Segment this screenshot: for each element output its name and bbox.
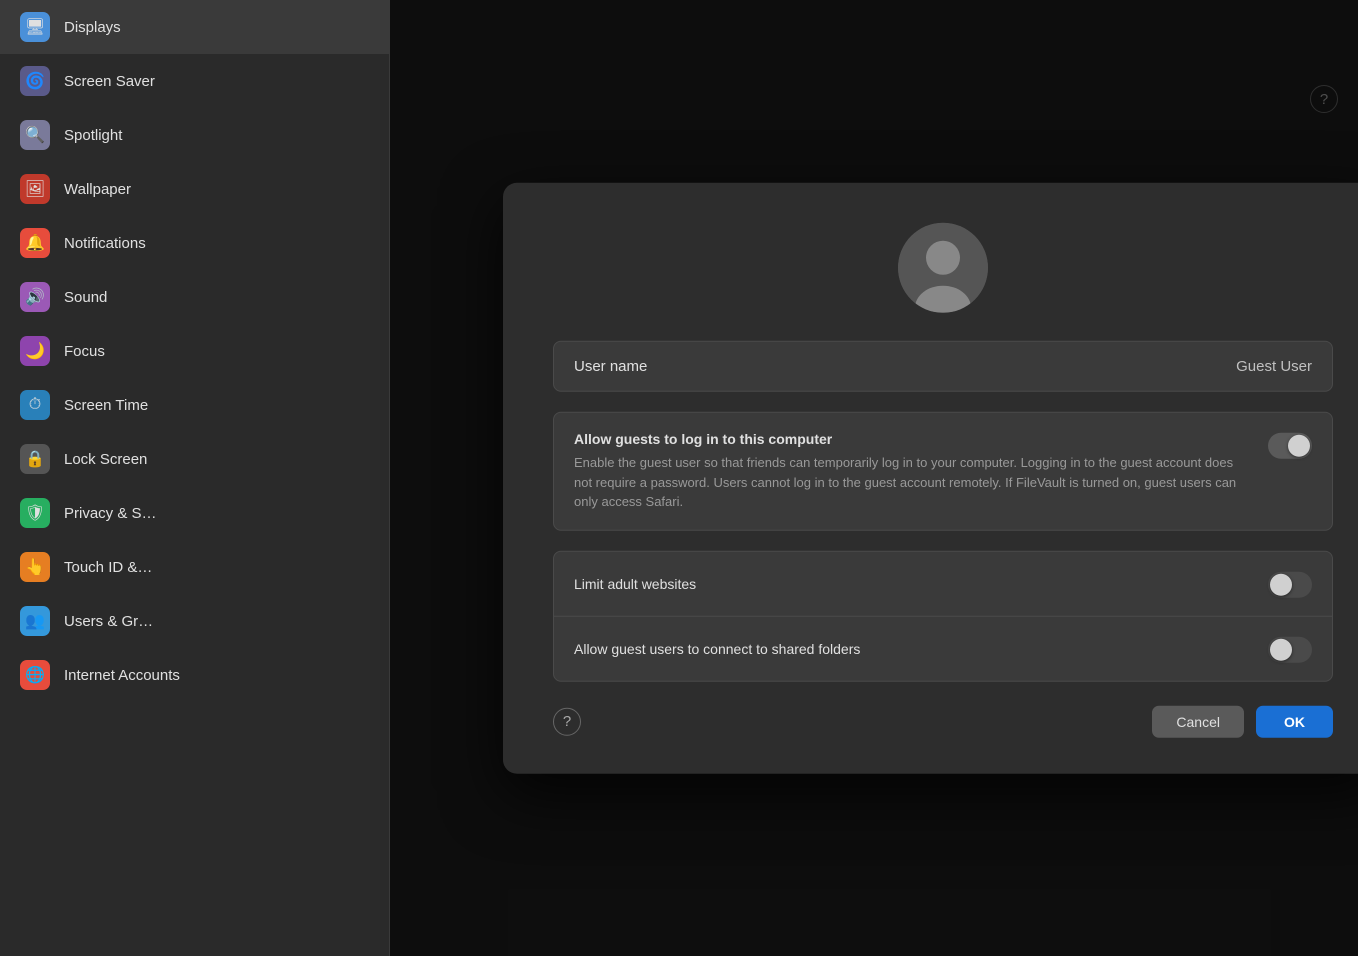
sidebar-item-internetaccounts[interactable]: 🌐 Internet Accounts <box>0 648 389 702</box>
notifications-icon: 🔔 <box>20 228 50 258</box>
sidebar-item-label: Lock Screen <box>64 451 147 468</box>
avatar-container <box>898 223 988 313</box>
privacy-icon: 🛡 <box>20 498 50 528</box>
sidebar-item-label: Wallpaper <box>64 181 131 198</box>
wallpaper-icon: 🖼 <box>20 174 50 204</box>
displays-icon: 🖥 <box>20 12 50 42</box>
spotlight-icon: 🔍 <box>20 120 50 150</box>
limit-adult-label: Limit adult websites <box>574 575 696 591</box>
shared-folders-toggle-knob <box>1270 638 1292 660</box>
allow-guests-title: Allow guests to log in to this computer <box>574 431 1248 447</box>
screensaver-icon: 🌀 <box>20 66 50 96</box>
users-icon: 👥 <box>20 606 50 636</box>
sidebar-item-label: Sound <box>64 289 107 306</box>
sidebar-item-notifications[interactable]: 🔔 Notifications <box>0 216 389 270</box>
sidebar-item-privacy[interactable]: 🛡 Privacy & S… <box>0 486 389 540</box>
allow-guests-row: Allow guests to log in to this computer … <box>554 413 1332 530</box>
shared-folders-label: Allow guest users to connect to shared f… <box>574 640 860 656</box>
limit-adult-toggle-knob <box>1270 573 1292 595</box>
allow-guests-toggle[interactable] <box>1268 433 1312 459</box>
footer-buttons: Cancel OK <box>1152 705 1333 737</box>
limit-adult-row: Limit adult websites <box>554 551 1332 615</box>
sidebar-item-screensaver[interactable]: 🌀 Screen Saver <box>0 54 389 108</box>
sidebar-item-label: Notifications <box>64 235 146 252</box>
sidebar-item-label: Screen Saver <box>64 73 155 90</box>
allow-guests-desc: Enable the guest user so that friends ca… <box>574 453 1248 512</box>
sidebar-item-label: Internet Accounts <box>64 667 180 684</box>
sidebar-item-label: Touch ID &… <box>64 559 152 576</box>
limit-adult-toggle[interactable] <box>1268 571 1312 597</box>
modal-help-button[interactable]: ? <box>553 707 581 735</box>
sidebar-item-touchid[interactable]: 👆 Touch ID &… <box>0 540 389 594</box>
sidebar-item-users[interactable]: 👥 Users & Gr… <box>0 594 389 648</box>
limit-shared-section: Limit adult websites Allow guest users t… <box>553 550 1333 681</box>
sidebar-item-label: Displays <box>64 19 121 36</box>
sidebar-item-lockscreen[interactable]: 🔒 Lock Screen <box>0 432 389 486</box>
ok-button[interactable]: OK <box>1256 705 1333 737</box>
sidebar-item-spotlight[interactable]: 🔍 Spotlight <box>0 108 389 162</box>
focus-icon: 🌙 <box>20 336 50 366</box>
sidebar: 🖥 Displays 🌀 Screen Saver 🔍 Spotlight 🖼 … <box>0 0 390 956</box>
username-row: User name Guest User <box>553 341 1333 392</box>
sidebar-item-label: Focus <box>64 343 105 360</box>
sidebar-item-screentime[interactable]: ⏱ Screen Time <box>0 378 389 432</box>
shared-folders-toggle[interactable] <box>1268 636 1312 662</box>
lockscreen-icon: 🔒 <box>20 444 50 474</box>
sidebar-item-label: Spotlight <box>64 127 122 144</box>
modal-footer: ? Cancel OK <box>553 705 1333 737</box>
sidebar-item-label: Privacy & S… <box>64 505 157 522</box>
sidebar-item-label: Screen Time <box>64 397 148 414</box>
username-value: Guest User <box>1236 358 1312 375</box>
screentime-icon: ⏱ <box>20 390 50 420</box>
username-label: User name <box>574 358 647 375</box>
sound-icon: 🔊 <box>20 282 50 312</box>
avatar <box>898 223 988 313</box>
sidebar-item-displays[interactable]: 🖥 Displays <box>0 0 389 54</box>
cancel-button[interactable]: Cancel <box>1152 705 1244 737</box>
allow-guests-toggle-knob <box>1288 435 1310 457</box>
sidebar-item-focus[interactable]: 🌙 Focus <box>0 324 389 378</box>
touchid-icon: 👆 <box>20 552 50 582</box>
sidebar-item-wallpaper[interactable]: 🖼 Wallpaper <box>0 162 389 216</box>
guest-user-modal: User name Guest User Allow guests to log… <box>503 183 1358 774</box>
allow-guests-section: Allow guests to log in to this computer … <box>553 412 1333 531</box>
allow-guests-text: Allow guests to log in to this computer … <box>574 431 1248 512</box>
internetaccounts-icon: 🌐 <box>20 660 50 690</box>
sidebar-item-sound[interactable]: 🔊 Sound <box>0 270 389 324</box>
sidebar-item-label: Users & Gr… <box>64 613 153 630</box>
shared-folders-row: Allow guest users to connect to shared f… <box>554 616 1332 680</box>
